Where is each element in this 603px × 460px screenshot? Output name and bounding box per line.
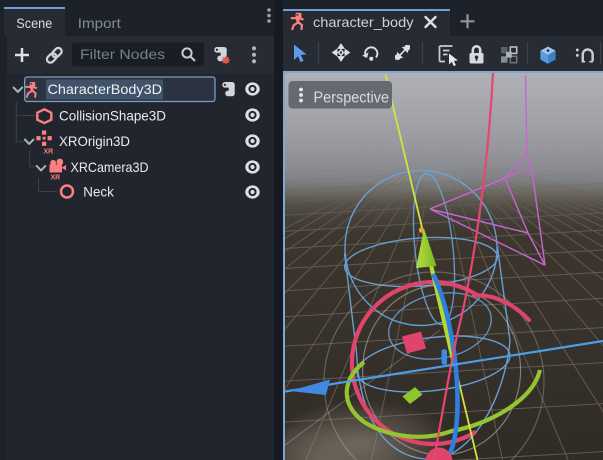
svg-text:Perspective: Perspective <box>314 90 390 107</box>
svg-text:Scene: Scene <box>16 15 52 31</box>
svg-text:XR: XR <box>44 149 54 156</box>
svg-text:Import: Import <box>78 15 121 31</box>
svg-text:XRCamera3D: XRCamera3D <box>71 159 149 175</box>
svg-text:XR: XR <box>51 175 61 182</box>
svg-text:CharacterBody3D: CharacterBody3D <box>48 81 163 97</box>
svg-text:CollisionShape3D: CollisionShape3D <box>59 108 166 124</box>
svg-text:XROrigin3D: XROrigin3D <box>59 133 130 149</box>
svg-text:Neck: Neck <box>83 184 114 200</box>
svg-text:Filter Nodes: Filter Nodes <box>80 46 165 62</box>
svg-text:character_body: character_body <box>313 14 414 30</box>
